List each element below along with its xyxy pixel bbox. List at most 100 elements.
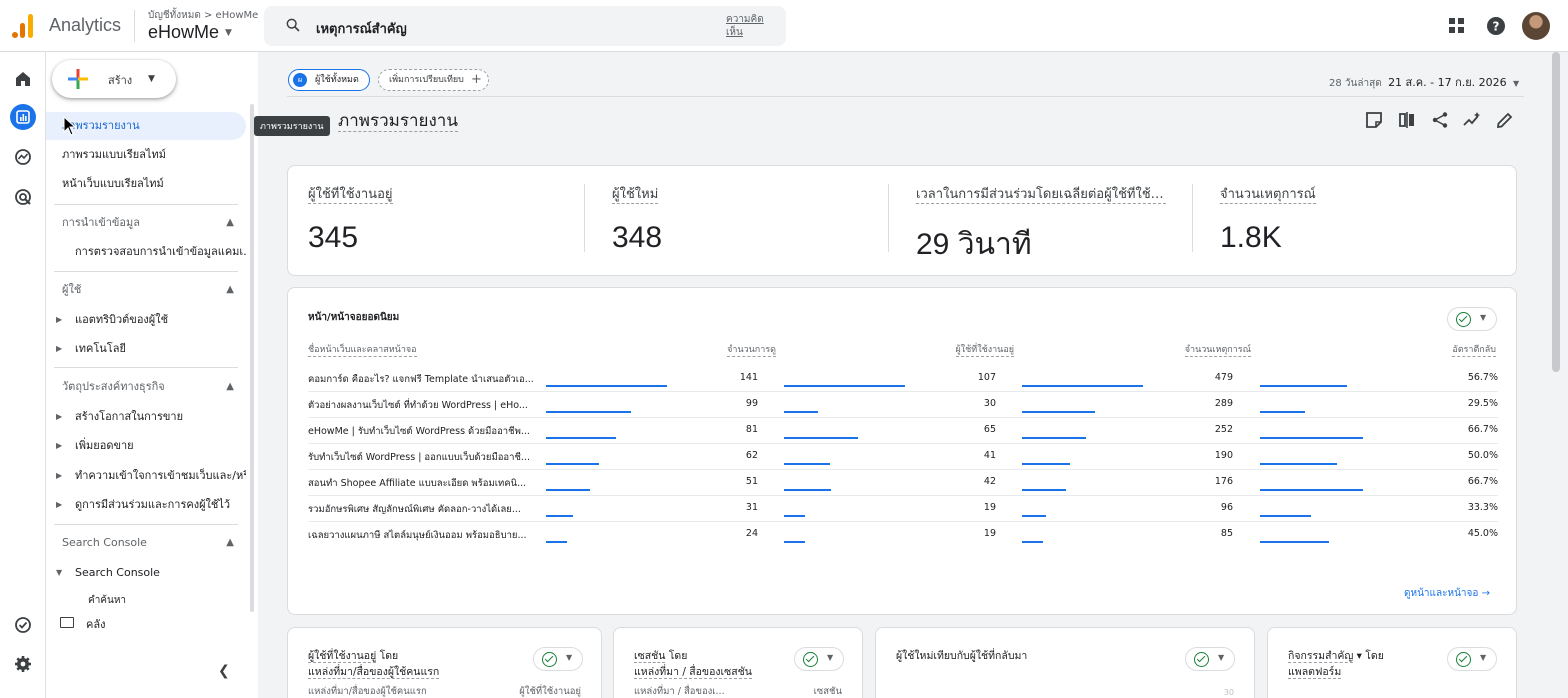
annotation-icon[interactable] [1365,111,1383,129]
card-title[interactable]: กิจกรรมสำคัญ ▾ โดย แพลตฟอร์ม [1288,648,1384,680]
nav-item-search-console[interactable]: ▼ Search Console [46,559,246,587]
card-options-button[interactable]: ▼ [1447,647,1497,671]
table-row[interactable]: เฉลยวางแผนภาษี สไตล์มนุษย์เงินออม พร้อมอ… [308,522,1498,548]
insights-icon[interactable] [1463,111,1481,129]
card-options-button[interactable]: ▼ [1447,307,1497,331]
kpi-label: ผู้ใช้ที่ใช้งานอยู่ [308,187,393,204]
help-icon[interactable]: ? [1485,15,1507,37]
account-breadcrumb[interactable]: บัญชีทั้งหมด > eHowMe [148,8,258,23]
users-bar [784,437,858,439]
nav-item-understand-traffic[interactable]: ▶ ทำความเข้าใจการเข้าชมเว็บและ/หรื... [46,462,246,490]
nav-item-queries[interactable]: คำค้นหา [46,590,246,604]
column-header: แหล่งที่มา/สื่อของผู้ใช้คนแรก [308,686,427,697]
library-link[interactable]: คลัง [86,615,105,633]
column-header[interactable]: ชื่อหน้าเว็บและคลาสหน้าจอ [308,344,417,357]
avatar[interactable] [1522,12,1550,40]
card-options-button[interactable]: ▼ [533,647,583,671]
table-row[interactable]: รวมอักษรพิเศษ สัญลักษณ์พิเศษ คัดลอก-วางไ… [308,496,1498,522]
nav-section-business-objectives[interactable]: วัตถุประสงค์ทางธุรกิจ ▲ [46,373,246,401]
table-row[interactable]: รับทำเว็บไซต์ WordPress | ออกแบบเว็บด้วย… [308,444,1498,470]
card-title[interactable]: ผู้ใช้ใหม่เทียบกับผู้ใช้ที่กลับมา [896,648,1027,664]
bounce-cell: 50.0% [1467,450,1498,461]
share-icon[interactable] [1431,111,1449,129]
chevron-down-icon: ▼ [1218,653,1225,662]
collapse-nav-icon[interactable]: ❮ [218,663,230,679]
card-options-button[interactable]: ▼ [1185,647,1235,671]
settings-icon[interactable] [10,651,36,677]
section-label: ผู้ใช้ [62,283,82,296]
events-cell: 252 [1214,424,1233,435]
kpi-new-users[interactable]: ผู้ใช้ใหม่ 348 [612,186,902,255]
divider [54,367,238,368]
add-comparison-button[interactable]: เพิ่มการเปรียบเทียบ + [378,69,489,91]
kpi-value: 1.8K [1220,221,1282,254]
page-scrollbar[interactable] [1552,52,1560,372]
triangle-right-icon: ▶ [56,344,63,353]
nav-item-engagement-retention[interactable]: ▶ ดูการมีส่วนร่วมและการคงผู้ใช้ไว้ [46,491,246,519]
chevron-down-icon: ▼ [1480,313,1487,322]
view-pages-link[interactable]: ดูหน้าและหน้าจอ → [1404,586,1490,601]
explore-icon[interactable] [10,144,36,170]
admin-icon[interactable] [10,612,36,638]
search-input[interactable]: เหตุการณ์สำคัญ [316,18,407,39]
nav-item-realtime-overview[interactable]: ภาพรวมแบบเรียลไทม์ [46,141,246,169]
nav-section-data-import[interactable]: การนำเข้าข้อมูล ▲ [46,209,246,237]
analytics-logo-icon[interactable] [12,14,34,38]
column-header[interactable]: จำนวนเหตุการณ์ [1184,344,1251,357]
card-options-button[interactable]: ▼ [794,647,844,671]
create-button[interactable]: สร้าง ▼ [52,60,176,98]
nav-item-technology[interactable]: ▶ เทคโนโลยี [46,335,246,363]
table-row[interactable]: ตัวอย่างผลงานเว็บไซต์ ที่ทำด้วย WordPres… [308,392,1498,418]
apps-icon[interactable] [1446,15,1468,37]
table-row[interactable]: สอนทำ Shopee Affiliate แบบละเอียด พร้อมเ… [308,470,1498,496]
search-icon [286,18,300,32]
views-bar [546,411,631,413]
check-circle-icon [1456,312,1471,327]
search-bar[interactable]: เหตุการณ์สำคัญ ความคิดเห็น [264,6,786,46]
edit-icon[interactable] [1496,111,1514,129]
segment-chip-all-users[interactable]: ผ ผู้ใช้ทั้งหมด [288,69,370,91]
kpi-active-users[interactable]: ผู้ใช้ที่ใช้งานอยู่ 345 [308,186,598,255]
nav-item-label: ทำความเข้าใจการเข้าชมเว็บและ/หรื... [75,469,246,482]
nav-item-data-import-check[interactable]: การตรวจสอบการนำเข้าข้อมูลแคมเ... [46,238,246,266]
nav-item-realtime-pages[interactable]: หน้าเว็บแบบเรียลไทม์ [46,170,246,198]
kpi-label: จำนวนเหตุการณ์ [1220,187,1316,204]
users-bar [784,463,831,465]
nav-item-generate-leads[interactable]: ▶ สร้างโอกาสในการขาย [46,403,246,431]
nav-section-user[interactable]: ผู้ใช้ ▲ [46,276,246,304]
users-bar [784,385,905,387]
nav-item-user-attributes[interactable]: ▶ แอตทริบิวต์ของผู้ใช้ [46,306,246,334]
column-header[interactable]: จำนวนการดู [727,344,776,357]
divider [287,96,1524,97]
kpi-engagement-time[interactable]: เวลาในการมีส่วนร่วมโดยเฉลี่ยต่อผู้ใช้ที่… [916,186,1206,268]
feedback-link[interactable]: ความคิดเห็น [726,13,776,39]
nav-section-search-console[interactable]: Search Console ▲ [46,529,246,557]
nav-scrollbar[interactable] [250,104,254,612]
card-title[interactable]: ผู้ใช้ที่ใช้งานอยู่ โดย แหล่งที่มา/สื่อขอ… [308,648,440,680]
account-name[interactable]: eHowMe [148,22,219,43]
page-name-cell: ตัวอย่างผลงานเว็บไซต์ ที่ทำด้วย WordPres… [308,400,528,411]
title-metric: เซสชัน [634,650,666,663]
date-range-picker[interactable]: 28 วันล่าสุด 21 ส.ค. - 17 ก.ย. 2026 ▼ [1329,73,1519,91]
nav-item-drive-sales[interactable]: ▶ เพิ่มยอดขาย [46,432,246,460]
page-name-cell: คอมการ์ด คืออะไร? แจกฟรี Template นำเสนอ… [308,374,534,385]
views-bar [546,541,567,543]
card-title[interactable]: เซสชัน โดย แหล่งที่มา / สื่อของเซสชัน [634,648,752,680]
advertising-icon[interactable] [10,184,36,210]
chevron-down-icon[interactable]: ▼ [225,28,232,38]
date-range: 21 ส.ค. - 17 ก.ย. 2026 [1388,76,1507,89]
divider [134,10,135,42]
table-row[interactable]: คอมการ์ด คืออะไร? แจกฟรี Template นำเสนอ… [308,366,1498,392]
reports-icon[interactable] [10,104,36,130]
kpi-event-count[interactable]: จำนวนเหตุการณ์ 1.8K [1220,186,1510,255]
bounce-cell: 56.7% [1467,372,1498,383]
home-icon[interactable] [10,66,36,92]
events-cell: 289 [1214,398,1233,409]
title-dimension: แหล่งที่มา/สื่อของผู้ใช้คนแรก [308,666,440,679]
compare-icon[interactable] [1398,111,1416,129]
column-header[interactable]: อัตราตีกลับ [1452,344,1496,357]
column-header[interactable]: ผู้ใช้ที่ใช้งานอยู่ [955,344,1014,357]
events-bar [1022,515,1047,517]
table-row[interactable]: eHowMe | รับทำเว็บไซต์ WordPress ด้วยมือ… [308,418,1498,444]
chevron-down-icon: ▼ [566,653,573,662]
